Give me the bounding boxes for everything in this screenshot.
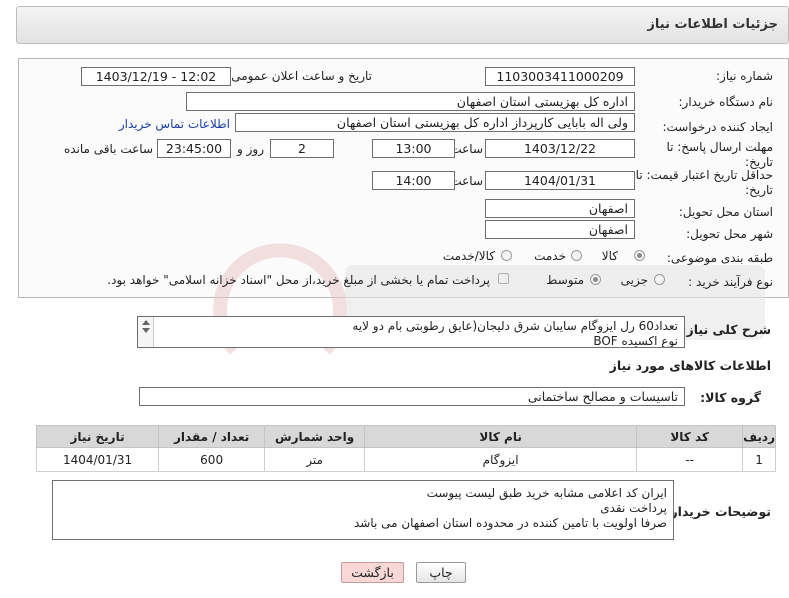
- table-row: 1 -- ایزوگام متر 600 1404/01/31: [35, 447, 776, 472]
- cell-name: ایزوگام: [364, 447, 638, 472]
- validity-date-field: 1404/01/31: [485, 171, 635, 190]
- page-header: جزئیات اطلاعات نیاز: [16, 6, 789, 44]
- cell-code: --: [636, 447, 744, 472]
- goods-info-title: اطلاعات کالاهای مورد نیاز: [609, 358, 771, 373]
- buyer-notes-label: توضیحات خریدار:: [665, 504, 771, 519]
- col-unit: واحد شمارش: [264, 425, 366, 448]
- buyer-contact-link[interactable]: اطلاعات تماس خریدار: [119, 117, 230, 131]
- buyer-notes-line-1: ایران کد اعلامی مشابه خرید طبق لیست پیوس…: [426, 486, 667, 500]
- reply-date-field: 1403/12/22: [485, 139, 635, 158]
- description-textarea[interactable]: تعداد60 رل ایزوگام سایبان شرق دلیجان(عای…: [137, 316, 685, 348]
- goods-group-field: تاسیسات و مصالح ساختمانی: [139, 387, 685, 406]
- buyer-org-label: نام دستگاه خریدار:: [678, 95, 774, 109]
- scroll-down-icon: [142, 328, 150, 333]
- announce-label: تاریخ و ساعت اعلان عمومی:: [227, 69, 372, 83]
- days-field: 2: [270, 139, 334, 158]
- cell-row: 1: [742, 447, 776, 472]
- reply-deadline-label: مهلت ارسال پاسخ: تا: [666, 140, 773, 154]
- goods-table: ردیف کد کالا نام کالا واحد شمارش تعداد /…: [35, 425, 776, 472]
- col-date: تاریخ نیاز: [35, 425, 160, 448]
- buyer-org-field: اداره کل بهزیستی استان اصفهان: [186, 92, 635, 111]
- col-code: کد کالا: [636, 425, 744, 448]
- need-number-field: 1103003411000209: [485, 67, 635, 86]
- category-label: طبقه بندی موضوعی:: [666, 251, 773, 265]
- need-number-label: شماره نیاز:: [716, 69, 773, 83]
- cell-unit: متر: [264, 447, 366, 472]
- description-line-2: نوع اکسیده BOF: [593, 334, 678, 348]
- category-radio-goods[interactable]: [634, 250, 645, 261]
- province-field: اصفهان: [485, 199, 635, 218]
- category-option-goods: کالا: [601, 249, 618, 263]
- buyer-notes-textarea[interactable]: ایران کد اعلامی مشابه خرید طبق لیست پیوس…: [52, 480, 674, 540]
- validity-label-date: تاریخ:: [745, 183, 773, 197]
- col-qty: تعداد / مقدار: [158, 425, 266, 448]
- city-field: اصفهان: [485, 220, 635, 239]
- description-line-1: تعداد60 رل ایزوگام سایبان شرق دلیجان(عای…: [352, 319, 678, 333]
- category-option-service: خدمت: [534, 249, 566, 263]
- description-scrollbar[interactable]: [138, 317, 154, 347]
- reply-time-field: 13:00: [372, 139, 455, 158]
- days-label: روز و: [237, 142, 264, 156]
- category-radio-service[interactable]: [571, 250, 582, 261]
- process-option-minor: جزیی: [620, 273, 648, 287]
- city-label: شهر محل تحویل:: [686, 227, 773, 241]
- page-title: جزئیات اطلاعات نیاز: [647, 17, 778, 32]
- province-label: استان محل تحویل:: [678, 205, 773, 219]
- buyer-notes-line-2: پرداخت نقدی: [600, 501, 667, 515]
- cell-qty: 600: [158, 447, 266, 472]
- back-button[interactable]: بازگشت: [341, 562, 404, 583]
- category-radio-goods-service[interactable]: [501, 250, 512, 261]
- treasury-payment-checkbox[interactable]: [498, 273, 509, 284]
- announce-field: 1403/12/19 - 12:02: [81, 67, 231, 86]
- col-row: ردیف: [742, 425, 776, 448]
- remaining-time-field: 23:45:00: [157, 139, 231, 158]
- print-button[interactable]: چاپ: [416, 562, 466, 583]
- col-name: نام کالا: [364, 425, 638, 448]
- treasury-payment-note: پرداخت تمام یا بخشی از مبلغ خرید،از محل …: [107, 273, 490, 287]
- cell-date: 1404/01/31: [35, 447, 160, 472]
- reply-deadline-label-date: تاریخ:: [745, 155, 773, 169]
- scroll-up-icon: [142, 320, 150, 325]
- process-label: نوع فرآیند خرید :: [688, 275, 773, 289]
- goods-group-label: گروه کالا:: [700, 390, 761, 405]
- validity-time-field: 14:00: [372, 171, 455, 190]
- process-radio-minor[interactable]: [654, 274, 665, 285]
- goods-table-header: ردیف کد کالا نام کالا واحد شمارش تعداد /…: [35, 425, 776, 448]
- remaining-label: ساعت باقی مانده: [63, 142, 153, 156]
- validity-time-label: ساعت: [450, 174, 483, 188]
- creator-field: ولی اله بابایی کارپرداز اداره کل بهزیستی…: [235, 113, 635, 132]
- reply-time-label: ساعت: [450, 142, 483, 156]
- description-label: شرح کلی نیاز:: [681, 322, 771, 337]
- buyer-notes-line-3: صرفا اولویت با تامین کننده در محدوده است…: [353, 516, 667, 530]
- category-option-goods-service: کالا/خدمت: [442, 249, 495, 263]
- creator-label: ایجاد کننده درخواست:: [662, 120, 773, 134]
- process-option-medium: متوسط: [546, 273, 584, 287]
- process-radio-medium[interactable]: [590, 274, 601, 285]
- validity-label: حداقل تاریخ اعتبار قیمت: تا: [635, 168, 773, 182]
